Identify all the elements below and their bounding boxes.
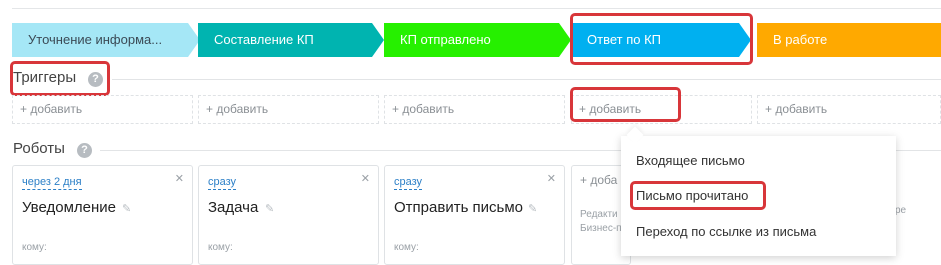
menu-item-email-link-click[interactable]: Переход по ссылке из письма	[636, 224, 816, 239]
robot-delay-link[interactable]: сразу	[394, 176, 423, 190]
robot-card-notification[interactable]: через 2 дня ✕ Уведомление ✎ кому:	[12, 165, 193, 265]
robots-title: Роботы	[13, 140, 65, 157]
highlight-trigger-add	[570, 87, 681, 122]
top-divider	[12, 8, 941, 9]
pencil-icon[interactable]: ✎	[528, 202, 537, 215]
robot-hint-tail: ре	[895, 205, 907, 216]
robot-delay-link[interactable]: через 2 дня	[22, 176, 82, 190]
trigger-add-slot-1[interactable]: + добавить	[12, 95, 193, 124]
stage-in-progress[interactable]: В работе	[757, 23, 941, 57]
robot-delay-link[interactable]: сразу	[208, 176, 237, 190]
menu-item-incoming-email[interactable]: Входящее письмо	[636, 153, 745, 168]
close-icon[interactable]: ✕	[361, 172, 370, 185]
robot-card-task[interactable]: сразу ✕ Задача ✎ кому:	[198, 165, 379, 265]
robot-recipient-label: кому:	[22, 242, 47, 253]
robot-hint-line-1: Редакти	[580, 209, 618, 220]
robot-recipient-label: кому:	[208, 242, 233, 253]
stage-composing-offer[interactable]: Составление КП	[198, 23, 384, 57]
stage-clarifying-info[interactable]: Уточнение информа...	[12, 23, 200, 57]
robots-help-icon[interactable]: ?	[77, 143, 92, 158]
trigger-add-slot-2[interactable]: + добавить	[198, 95, 379, 124]
robot-name: Уведомление	[22, 199, 117, 216]
robot-name: Задача	[208, 199, 259, 216]
pencil-icon[interactable]: ✎	[122, 202, 131, 215]
robot-recipient-label: кому:	[394, 242, 419, 253]
highlight-stage-offer-reply	[570, 13, 753, 65]
robot-name: Отправить письмо	[394, 199, 524, 216]
robot-card-send-email[interactable]: сразу ✕ Отправить письмо ✎ кому:	[384, 165, 565, 265]
trigger-add-slot-5[interactable]: + добавить	[757, 95, 941, 124]
robot-add-label[interactable]: + доба	[580, 173, 617, 187]
highlight-triggers-title	[10, 61, 110, 96]
pencil-icon[interactable]: ✎	[265, 202, 274, 215]
close-icon[interactable]: ✕	[175, 172, 184, 185]
close-icon[interactable]: ✕	[547, 172, 556, 185]
stage-offer-sent[interactable]: КП отправлено	[384, 23, 571, 57]
triggers-divider	[112, 79, 941, 80]
robot-hint-line-2: Бизнес-п	[580, 223, 622, 234]
trigger-add-slot-3[interactable]: + добавить	[384, 95, 565, 124]
highlight-email-read	[630, 181, 766, 210]
